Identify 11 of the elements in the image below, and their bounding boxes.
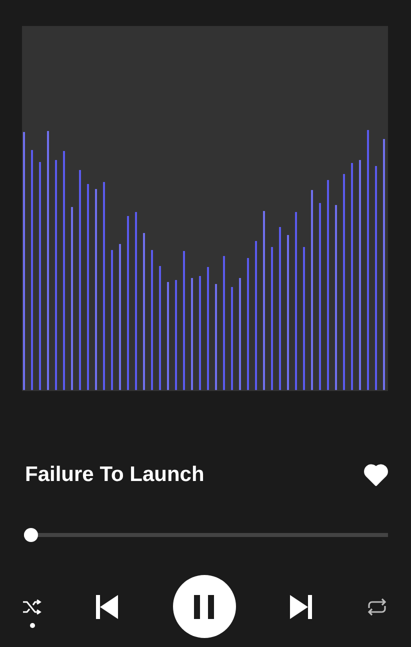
like-button[interactable] (364, 464, 388, 486)
next-button[interactable] (288, 594, 314, 620)
previous-icon (94, 594, 120, 620)
active-dot (30, 622, 34, 628)
repeat-button[interactable] (366, 598, 388, 616)
slider-thumb[interactable] (24, 528, 38, 542)
next-icon (288, 594, 314, 620)
heart-icon (364, 464, 388, 486)
track-title: Failure To Launch (25, 463, 204, 487)
previous-button[interactable] (94, 594, 120, 620)
pause-icon (193, 594, 215, 618)
